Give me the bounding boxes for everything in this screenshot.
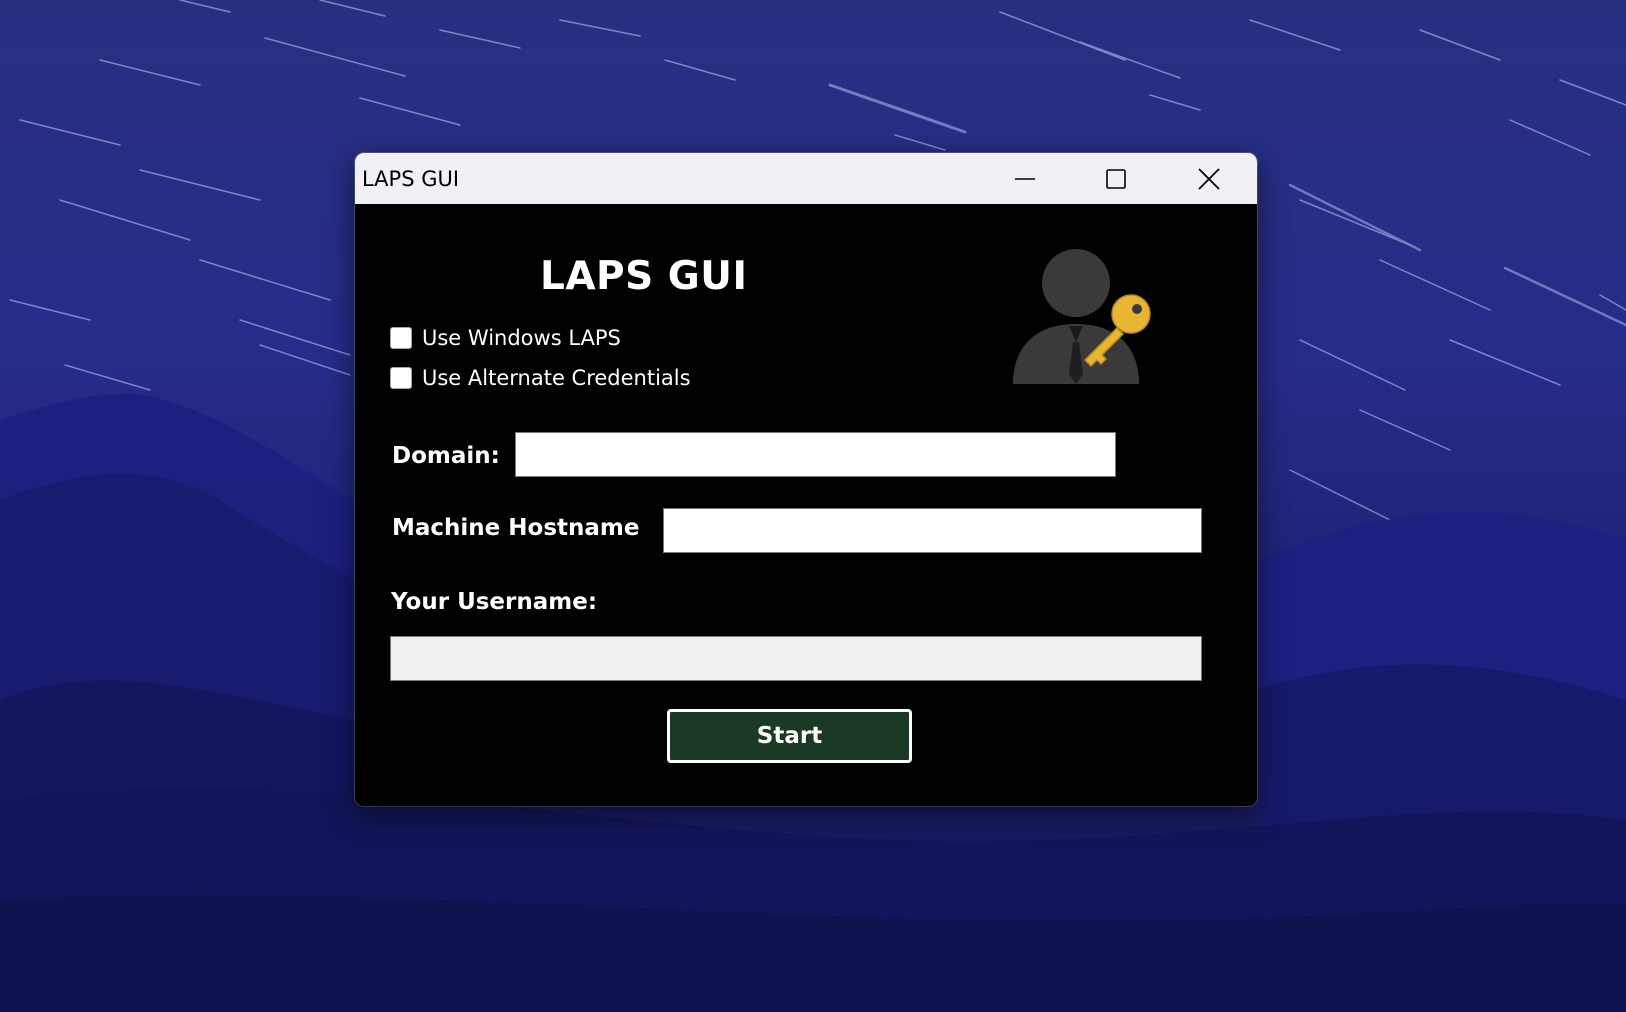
maximize-button[interactable] (1086, 153, 1146, 204)
maximize-icon (1106, 168, 1126, 189)
use-alternate-credentials-option[interactable]: Use Alternate Credentials (390, 366, 691, 390)
window-content: LAPS GUI Use Windows LAPS Use Alternate … (355, 204, 1257, 806)
desktop-background: LAPS GUI LAPS GUI Use Windows LAPS Use A… (0, 0, 1626, 1012)
start-button[interactable]: Start (667, 709, 912, 763)
domain-label: Domain: (392, 443, 500, 469)
app-heading: LAPS GUI (540, 254, 748, 299)
minimize-button[interactable] (995, 153, 1055, 204)
window-title: LAPS GUI (362, 167, 460, 191)
your-username-label: Your Username: (391, 589, 598, 615)
use-windows-laps-label: Use Windows LAPS (422, 326, 621, 350)
close-icon (1198, 167, 1220, 190)
your-username-input[interactable] (390, 636, 1202, 681)
use-alternate-credentials-label: Use Alternate Credentials (422, 366, 691, 390)
use-alternate-credentials-checkbox[interactable] (390, 367, 412, 389)
laps-gui-window: LAPS GUI LAPS GUI Use Windows LAPS Use A… (355, 153, 1257, 806)
machine-hostname-input[interactable] (663, 508, 1202, 553)
close-button[interactable] (1179, 153, 1239, 204)
user-key-icon (1013, 249, 1151, 384)
machine-hostname-label: Machine Hostname (392, 515, 640, 541)
title-bar[interactable]: LAPS GUI (355, 153, 1257, 204)
use-windows-laps-checkbox[interactable] (390, 327, 412, 349)
use-windows-laps-option[interactable]: Use Windows LAPS (390, 326, 621, 350)
domain-input[interactable] (515, 432, 1116, 477)
minimize-icon (1015, 177, 1035, 180)
